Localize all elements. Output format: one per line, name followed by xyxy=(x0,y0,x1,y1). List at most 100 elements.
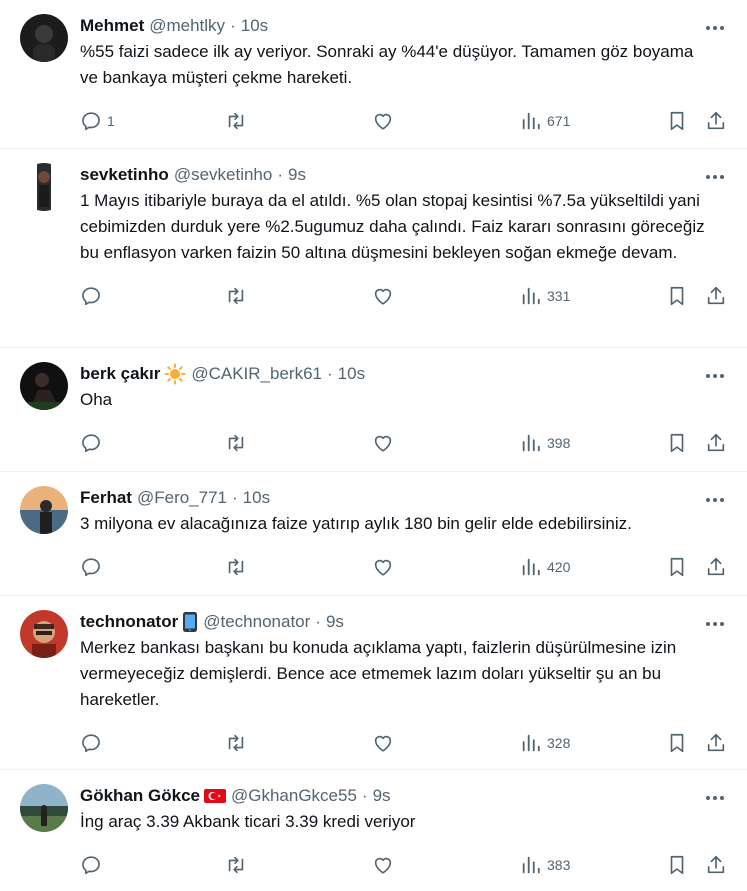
separator: · xyxy=(361,786,368,805)
share-button[interactable] xyxy=(705,284,727,308)
author-handle[interactable]: @GkhanGkce55 xyxy=(231,786,357,806)
bookmark-button[interactable] xyxy=(666,109,688,133)
more-icon[interactable] xyxy=(703,788,727,808)
retweet-button[interactable] xyxy=(225,853,247,877)
reply-button[interactable] xyxy=(80,555,107,579)
share-button[interactable] xyxy=(705,731,727,755)
timestamp[interactable]: 10s xyxy=(243,488,270,508)
bookmark-button[interactable] xyxy=(666,555,688,579)
retweet-button[interactable] xyxy=(225,284,247,308)
avatar[interactable] xyxy=(20,362,68,410)
avatar[interactable] xyxy=(20,14,68,62)
share-icon xyxy=(705,432,727,454)
share-button[interactable] xyxy=(705,109,727,133)
separator: · xyxy=(230,16,236,35)
bookmark-icon xyxy=(666,432,688,454)
tweet[interactable]: Mehmet @mehtlky · 10s %55 faizi sadece i… xyxy=(0,0,747,149)
retweet-button[interactable] xyxy=(225,431,247,455)
author-name[interactable]: Ferhat xyxy=(80,488,132,508)
heart-icon xyxy=(372,732,394,754)
tweet[interactable]: berk çakır @CAKIR_berk61 · 10s Oha 398 xyxy=(0,348,747,472)
reply-button[interactable] xyxy=(80,853,107,877)
author-handle[interactable]: @mehtlky xyxy=(149,16,225,36)
tweet[interactable]: Ferhat @Fero_771 · 10s 3 milyona ev alac… xyxy=(0,472,747,596)
like-button[interactable] xyxy=(372,731,394,755)
like-button[interactable] xyxy=(372,853,394,877)
tweet-header: Ferhat @Fero_771 · 10s xyxy=(80,484,731,512)
reply-icon xyxy=(80,110,102,132)
avatar[interactable] xyxy=(20,486,68,534)
tweet-text: Merkez bankası başkanı bu konuda açıklam… xyxy=(80,638,677,709)
view-count: 420 xyxy=(547,559,571,575)
author-name[interactable]: Mehmet xyxy=(80,16,144,36)
views-icon xyxy=(520,556,542,578)
avatar[interactable] xyxy=(20,784,68,832)
timestamp[interactable]: 10s xyxy=(338,364,365,384)
tweet-text: 1 Mayıs itibariyle buraya da el atıldı. … xyxy=(80,191,705,262)
views-button[interactable]: 331 xyxy=(520,284,570,308)
author-handle[interactable]: @technonator xyxy=(203,612,310,632)
avatar[interactable] xyxy=(20,163,68,211)
author-name[interactable]: sevketinho xyxy=(80,165,169,185)
retweet-button[interactable] xyxy=(225,109,247,133)
bookmark-button[interactable] xyxy=(666,431,688,455)
reply-button[interactable] xyxy=(80,731,107,755)
timestamp[interactable]: 10s xyxy=(241,16,268,36)
author-name[interactable]: technonator xyxy=(80,612,178,632)
separator: · xyxy=(315,612,321,631)
more-icon[interactable] xyxy=(703,366,727,386)
like-button[interactable] xyxy=(372,431,394,455)
share-icon xyxy=(705,854,727,876)
like-button[interactable] xyxy=(372,284,394,308)
tweet[interactable]: sevketinho @sevketinho · 9s 1 Mayıs itib… xyxy=(0,149,747,348)
reply-button[interactable]: 1 xyxy=(80,109,115,133)
tweet-actions: 420 xyxy=(80,544,731,590)
views-icon xyxy=(520,285,542,307)
views-button[interactable]: 383 xyxy=(520,853,570,877)
views-button[interactable]: 420 xyxy=(520,555,570,579)
bookmark-button[interactable] xyxy=(666,853,688,877)
timeline-feed: Mehmet @mehtlky · 10s %55 faizi sadece i… xyxy=(0,0,747,891)
author-handle[interactable]: @Fero_771 xyxy=(137,488,227,508)
bookmark-icon xyxy=(666,285,688,307)
author-handle[interactable]: @CAKIR_berk61 xyxy=(191,364,322,384)
retweet-icon xyxy=(225,556,247,578)
views-button[interactable]: 328 xyxy=(520,731,570,755)
share-button[interactable] xyxy=(705,431,727,455)
tweet-actions: 1 671 xyxy=(80,98,731,144)
more-icon[interactable] xyxy=(703,614,727,634)
avatar[interactable] xyxy=(20,610,68,658)
bookmark-button[interactable] xyxy=(666,284,688,308)
share-icon xyxy=(705,285,727,307)
tweet[interactable]: technonator @technonator · 9s Merkez ban… xyxy=(0,596,747,770)
retweet-icon xyxy=(225,110,247,132)
timestamp[interactable]: 9s xyxy=(373,786,391,806)
reply-button[interactable] xyxy=(80,431,107,455)
more-icon[interactable] xyxy=(703,18,727,38)
share-icon xyxy=(705,556,727,578)
reply-button[interactable] xyxy=(80,284,107,308)
retweet-icon xyxy=(225,285,247,307)
timestamp[interactable]: 9s xyxy=(288,165,306,185)
share-button[interactable] xyxy=(705,853,727,877)
tweet-actions: 328 xyxy=(80,720,731,766)
view-count: 671 xyxy=(547,113,571,129)
share-button[interactable] xyxy=(705,555,727,579)
tweet[interactable]: Gökhan Gökce @GkhanGkce55 · 9s İng araç … xyxy=(0,770,747,891)
author-handle[interactable]: @sevketinho xyxy=(174,165,273,185)
views-button[interactable]: 398 xyxy=(520,431,570,455)
timestamp[interactable]: 9s xyxy=(326,612,344,632)
more-icon[interactable] xyxy=(703,167,727,187)
retweet-button[interactable] xyxy=(225,555,247,579)
like-button[interactable] xyxy=(372,555,394,579)
author-name[interactable]: berk çakır xyxy=(80,364,160,384)
bookmark-button[interactable] xyxy=(666,731,688,755)
bookmark-icon xyxy=(666,556,688,578)
author-name[interactable]: Gökhan Gökce xyxy=(80,786,200,806)
more-icon[interactable] xyxy=(703,490,727,510)
like-button[interactable] xyxy=(372,109,394,133)
mobile-phone-emoji-icon xyxy=(182,611,198,633)
retweet-button[interactable] xyxy=(225,731,247,755)
view-count: 331 xyxy=(547,288,571,304)
views-button[interactable]: 671 xyxy=(520,109,570,133)
